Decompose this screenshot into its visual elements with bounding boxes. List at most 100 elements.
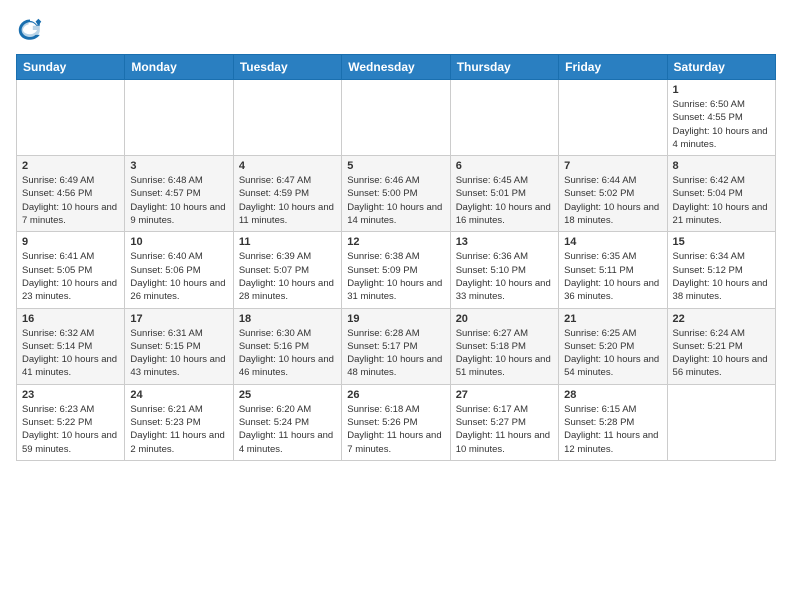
weekday-sunday: Sunday — [17, 55, 125, 80]
day-info: Sunrise: 6:47 AM Sunset: 4:59 PM Dayligh… — [239, 174, 336, 227]
day-info: Sunrise: 6:42 AM Sunset: 5:04 PM Dayligh… — [673, 174, 770, 227]
weekday-saturday: Saturday — [667, 55, 775, 80]
day-number: 7 — [564, 160, 661, 172]
weekday-thursday: Thursday — [450, 55, 558, 80]
day-info: Sunrise: 6:25 AM Sunset: 5:20 PM Dayligh… — [564, 327, 661, 380]
week-row-2: 2Sunrise: 6:49 AM Sunset: 4:56 PM Daylig… — [17, 156, 776, 232]
day-cell: 28 Sunrise: 6:15 AM Sunset: 5:28 PM Dayli… — [559, 384, 667, 460]
day-number: 3 — [130, 160, 227, 172]
day-number: 20 — [456, 313, 553, 325]
day-cell: 19 Sunrise: 6:28 AM Sunset: 5:17 PM Dayli… — [342, 308, 450, 384]
day-number: 6 — [456, 160, 553, 172]
day-number: 28 — [564, 389, 661, 401]
day-info: Sunrise: 6:17 AM Sunset: 5:27 PM Dayligh… — [456, 403, 553, 456]
day-cell: 23 Sunrise: 6:23 AM Sunset: 5:22 PM Dayli… — [17, 384, 125, 460]
day-number: 9 — [22, 236, 119, 248]
day-info: Sunrise: 6:38 AM Sunset: 5:09 PM Dayligh… — [347, 250, 444, 303]
day-cell — [233, 80, 341, 156]
day-info: Sunrise: 6:48 AM Sunset: 4:57 PM Dayligh… — [130, 174, 227, 227]
day-number: 10 — [130, 236, 227, 248]
day-info: Sunrise: 6:31 AM Sunset: 5:15 PM Dayligh… — [130, 327, 227, 380]
day-number: 21 — [564, 313, 661, 325]
day-cell — [559, 80, 667, 156]
day-cell: 27 Sunrise: 6:17 AM Sunset: 5:27 PM Dayli… — [450, 384, 558, 460]
day-cell: 22 Sunrise: 6:24 AM Sunset: 5:21 PM Dayli… — [667, 308, 775, 384]
week-row-4: 16 Sunrise: 6:32 AM Sunset: 5:14 PM Dayli… — [17, 308, 776, 384]
day-cell: 7 Sunrise: 6:44 AM Sunset: 5:02 PM Daylig… — [559, 156, 667, 232]
day-cell: 24 Sunrise: 6:21 AM Sunset: 5:23 PM Dayli… — [125, 384, 233, 460]
day-cell: 20 Sunrise: 6:27 AM Sunset: 5:18 PM Dayli… — [450, 308, 558, 384]
day-number: 23 — [22, 389, 119, 401]
logo — [16, 16, 48, 44]
weekday-wednesday: Wednesday — [342, 55, 450, 80]
day-info: Sunrise: 6:23 AM Sunset: 5:22 PM Dayligh… — [22, 403, 119, 456]
day-info: Sunrise: 6:39 AM Sunset: 5:07 PM Dayligh… — [239, 250, 336, 303]
day-info: Sunrise: 6:27 AM Sunset: 5:18 PM Dayligh… — [456, 327, 553, 380]
day-cell — [450, 80, 558, 156]
day-info: Sunrise: 6:15 AM Sunset: 5:28 PM Dayligh… — [564, 403, 661, 456]
day-number: 4 — [239, 160, 336, 172]
day-cell — [17, 80, 125, 156]
day-number: 8 — [673, 160, 770, 172]
day-number: 26 — [347, 389, 444, 401]
calendar-body: 1 Sunrise: 6:50 AM Sunset: 4:55 PM Daylig… — [17, 80, 776, 461]
day-info: Sunrise: 6:34 AM Sunset: 5:12 PM Dayligh… — [673, 250, 770, 303]
day-cell: 4 Sunrise: 6:47 AM Sunset: 4:59 PM Daylig… — [233, 156, 341, 232]
day-number: 25 — [239, 389, 336, 401]
day-number: 11 — [239, 236, 336, 248]
calendar: SundayMondayTuesdayWednesdayThursdayFrid… — [16, 54, 776, 461]
day-number: 14 — [564, 236, 661, 248]
day-info: Sunrise: 6:28 AM Sunset: 5:17 PM Dayligh… — [347, 327, 444, 380]
day-number: 15 — [673, 236, 770, 248]
day-number: 12 — [347, 236, 444, 248]
day-info: Sunrise: 6:32 AM Sunset: 5:14 PM Dayligh… — [22, 327, 119, 380]
page: SundayMondayTuesdayWednesdayThursdayFrid… — [0, 0, 792, 612]
day-cell: 8 Sunrise: 6:42 AM Sunset: 5:04 PM Daylig… — [667, 156, 775, 232]
weekday-tuesday: Tuesday — [233, 55, 341, 80]
week-row-5: 23 Sunrise: 6:23 AM Sunset: 5:22 PM Dayli… — [17, 384, 776, 460]
day-info: Sunrise: 6:24 AM Sunset: 5:21 PM Dayligh… — [673, 327, 770, 380]
day-cell: 26 Sunrise: 6:18 AM Sunset: 5:26 PM Dayli… — [342, 384, 450, 460]
day-info: Sunrise: 6:20 AM Sunset: 5:24 PM Dayligh… — [239, 403, 336, 456]
day-info: Sunrise: 6:36 AM Sunset: 5:10 PM Dayligh… — [456, 250, 553, 303]
day-number: 22 — [673, 313, 770, 325]
day-cell: 18 Sunrise: 6:30 AM Sunset: 5:16 PM Dayli… — [233, 308, 341, 384]
weekday-monday: Monday — [125, 55, 233, 80]
day-info: Sunrise: 6:41 AM Sunset: 5:05 PM Dayligh… — [22, 250, 119, 303]
day-cell: 25 Sunrise: 6:20 AM Sunset: 5:24 PM Dayli… — [233, 384, 341, 460]
day-cell: 17 Sunrise: 6:31 AM Sunset: 5:15 PM Dayli… — [125, 308, 233, 384]
day-cell — [342, 80, 450, 156]
day-cell — [125, 80, 233, 156]
day-cell: 1 Sunrise: 6:50 AM Sunset: 4:55 PM Daylig… — [667, 80, 775, 156]
day-number: 19 — [347, 313, 444, 325]
logo-icon — [16, 16, 44, 44]
day-info: Sunrise: 6:45 AM Sunset: 5:01 PM Dayligh… — [456, 174, 553, 227]
day-cell: 14 Sunrise: 6:35 AM Sunset: 5:11 PM Dayli… — [559, 232, 667, 308]
day-info: Sunrise: 6:21 AM Sunset: 5:23 PM Dayligh… — [130, 403, 227, 456]
day-cell: 2Sunrise: 6:49 AM Sunset: 4:56 PM Daylig… — [17, 156, 125, 232]
day-cell: 11 Sunrise: 6:39 AM Sunset: 5:07 PM Dayli… — [233, 232, 341, 308]
weekday-friday: Friday — [559, 55, 667, 80]
day-cell: 16 Sunrise: 6:32 AM Sunset: 5:14 PM Dayli… — [17, 308, 125, 384]
day-info: Sunrise: 6:18 AM Sunset: 5:26 PM Dayligh… — [347, 403, 444, 456]
day-cell: 6 Sunrise: 6:45 AM Sunset: 5:01 PM Daylig… — [450, 156, 558, 232]
day-info: Sunrise: 6:44 AM Sunset: 5:02 PM Dayligh… — [564, 174, 661, 227]
day-info: Sunrise: 6:50 AM Sunset: 4:55 PM Dayligh… — [673, 98, 770, 151]
week-row-1: 1 Sunrise: 6:50 AM Sunset: 4:55 PM Daylig… — [17, 80, 776, 156]
day-number: 24 — [130, 389, 227, 401]
day-info: Sunrise: 6:30 AM Sunset: 5:16 PM Dayligh… — [239, 327, 336, 380]
day-number: 17 — [130, 313, 227, 325]
day-number: 2 — [22, 160, 119, 172]
day-number: 27 — [456, 389, 553, 401]
day-number: 1 — [673, 84, 770, 96]
day-number: 5 — [347, 160, 444, 172]
day-info: Sunrise: 6:35 AM Sunset: 5:11 PM Dayligh… — [564, 250, 661, 303]
week-row-3: 9 Sunrise: 6:41 AM Sunset: 5:05 PM Daylig… — [17, 232, 776, 308]
day-cell: 13Sunrise: 6:36 AM Sunset: 5:10 PM Dayli… — [450, 232, 558, 308]
day-number: 18 — [239, 313, 336, 325]
day-cell — [667, 384, 775, 460]
day-number: 16 — [22, 313, 119, 325]
day-cell: 5Sunrise: 6:46 AM Sunset: 5:00 PM Daylig… — [342, 156, 450, 232]
day-cell: 3 Sunrise: 6:48 AM Sunset: 4:57 PM Daylig… — [125, 156, 233, 232]
day-cell: 9 Sunrise: 6:41 AM Sunset: 5:05 PM Daylig… — [17, 232, 125, 308]
